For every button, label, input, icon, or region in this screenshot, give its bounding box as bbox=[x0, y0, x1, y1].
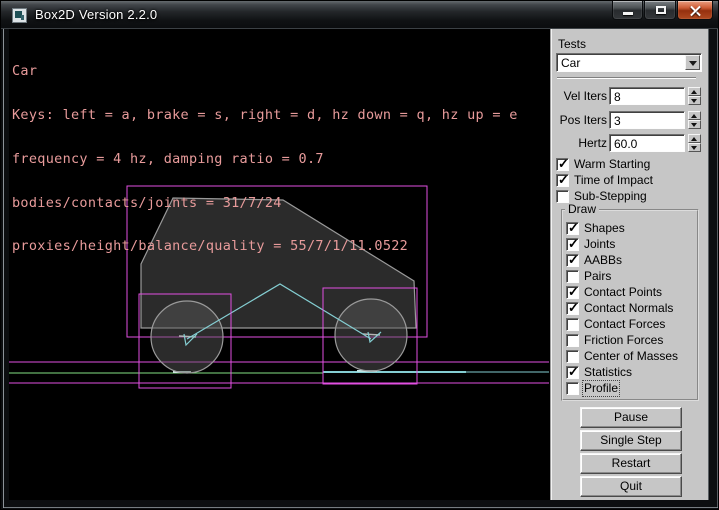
restart-button[interactable]: Restart bbox=[580, 453, 682, 474]
tests-dropdown[interactable]: Car bbox=[556, 53, 702, 72]
arrow-up-icon bbox=[691, 114, 697, 118]
checkbox-box[interactable]: ✓ bbox=[566, 254, 579, 267]
hertz-value: 60.0 bbox=[614, 137, 637, 151]
checkbox-box[interactable] bbox=[566, 318, 579, 331]
single-step-button[interactable]: Single Step bbox=[580, 430, 682, 451]
minimize-icon bbox=[623, 12, 633, 15]
check-icon: ✓ bbox=[558, 172, 569, 188]
arrow-up-icon bbox=[691, 90, 697, 94]
stats-line: Car bbox=[12, 64, 518, 79]
vel-iters-value: 8 bbox=[614, 90, 621, 104]
check-icon: ✓ bbox=[558, 156, 569, 172]
separator bbox=[557, 77, 696, 79]
tests-label: Tests bbox=[558, 37, 586, 51]
check-icon: ✓ bbox=[568, 284, 579, 300]
checkbox-label: Profile bbox=[584, 382, 618, 395]
arrow-down-icon bbox=[691, 146, 697, 150]
quit-button[interactable]: Quit bbox=[580, 476, 682, 497]
vel-iters-spinner[interactable] bbox=[688, 87, 701, 105]
control-panel: Tests Car Vel Iters 8 Pos Iters 3 Hertz … bbox=[550, 29, 709, 500]
simulation-canvas[interactable]: Car Keys: left = a, brake = s, right = d… bbox=[9, 29, 550, 500]
checkbox-box[interactable]: ✓ bbox=[566, 366, 579, 379]
checkbox-label: AABBs bbox=[584, 254, 622, 267]
close-button[interactable] bbox=[677, 1, 713, 20]
tests-dropdown-button[interactable] bbox=[685, 55, 700, 70]
maximize-button[interactable] bbox=[644, 1, 676, 20]
checkbox-box[interactable] bbox=[566, 382, 579, 395]
checkbox-box[interactable]: ✓ bbox=[556, 174, 569, 187]
window-border-bottom[interactable] bbox=[3, 507, 718, 508]
tests-dropdown-value: Car bbox=[561, 56, 580, 70]
stats-line: Keys: left = a, brake = s, right = d, hz… bbox=[12, 108, 518, 123]
checkbox-label: Joints bbox=[584, 238, 615, 251]
checkbox-box[interactable]: ✓ bbox=[566, 222, 579, 235]
check-icon: ✓ bbox=[568, 236, 579, 252]
checkbox-box[interactable] bbox=[566, 334, 579, 347]
spinner-down-button[interactable] bbox=[688, 143, 701, 152]
check-icon: ✓ bbox=[568, 300, 579, 316]
checkbox-box[interactable] bbox=[566, 270, 579, 283]
vel-iters-label: Vel Iters bbox=[551, 87, 607, 105]
checkbox-label: Time of Impact bbox=[574, 174, 653, 187]
maximize-icon bbox=[656, 6, 666, 14]
pos-iters-value: 3 bbox=[614, 114, 621, 128]
checkbox-label: Contact Points bbox=[584, 286, 662, 299]
hertz-label: Hertz bbox=[551, 134, 607, 152]
vel-iters-field[interactable]: 8 bbox=[609, 87, 685, 105]
stats-text: Car Keys: left = a, brake = s, right = d… bbox=[12, 35, 518, 283]
pause-button[interactable]: Pause bbox=[580, 407, 682, 428]
stats-line: frequency = 4 hz, damping ratio = 0.7 bbox=[12, 152, 518, 167]
spinner-down-button[interactable] bbox=[688, 96, 701, 105]
draw-group-title: Draw bbox=[565, 203, 599, 216]
checkbox-label: Pairs bbox=[584, 270, 611, 283]
arrow-up-icon bbox=[691, 137, 697, 141]
checkbox-label: Center of Masses bbox=[584, 350, 678, 363]
stats-line: proxies/height/balance/quality = 55/7/1/… bbox=[12, 239, 518, 254]
checkbox-box[interactable]: ✓ bbox=[566, 302, 579, 315]
spinner-down-button[interactable] bbox=[688, 120, 701, 129]
checkbox-label: Warm Starting bbox=[574, 158, 650, 171]
check-icon: ✓ bbox=[568, 364, 579, 380]
window-border-left[interactable] bbox=[3, 29, 4, 508]
checkbox-label: Friction Forces bbox=[584, 334, 663, 347]
pos-iters-label: Pos Iters bbox=[551, 111, 607, 129]
minimize-button[interactable] bbox=[612, 1, 643, 20]
checkbox-label: Contact Forces bbox=[584, 318, 665, 331]
spinner-up-button[interactable] bbox=[688, 134, 701, 143]
check-icon: ✓ bbox=[568, 252, 579, 268]
spinner-up-button[interactable] bbox=[688, 87, 701, 96]
spinner-up-button[interactable] bbox=[688, 111, 701, 120]
checkbox-box[interactable] bbox=[566, 350, 579, 363]
checkbox-label: Contact Normals bbox=[584, 302, 673, 315]
window-title: Box2D Version 2.2.0 bbox=[35, 7, 157, 22]
app-window: Box2D Version 2.2.0 bbox=[0, 0, 719, 510]
arrow-down-icon bbox=[691, 123, 697, 127]
chevron-down-icon bbox=[689, 61, 697, 66]
app-icon bbox=[12, 8, 27, 23]
window-border-right[interactable] bbox=[717, 29, 718, 508]
checkbox-label: Shapes bbox=[584, 222, 625, 235]
checkbox-box[interactable]: ✓ bbox=[556, 158, 569, 171]
app-icon-dot bbox=[21, 15, 24, 20]
checkbox-label: Statistics bbox=[584, 366, 632, 379]
pos-iters-field[interactable]: 3 bbox=[609, 111, 685, 129]
pos-iters-spinner[interactable] bbox=[688, 111, 701, 129]
hertz-field[interactable]: 60.0 bbox=[609, 134, 685, 152]
arrow-down-icon bbox=[691, 99, 697, 103]
checkbox-box[interactable]: ✓ bbox=[566, 286, 579, 299]
stats-line: bodies/contacts/joints = 31/7/24 bbox=[12, 196, 518, 211]
checkbox-box[interactable]: ✓ bbox=[566, 238, 579, 251]
title-bar[interactable]: Box2D Version 2.2.0 bbox=[1, 1, 719, 29]
hertz-spinner[interactable] bbox=[688, 134, 701, 152]
check-icon: ✓ bbox=[568, 220, 579, 236]
